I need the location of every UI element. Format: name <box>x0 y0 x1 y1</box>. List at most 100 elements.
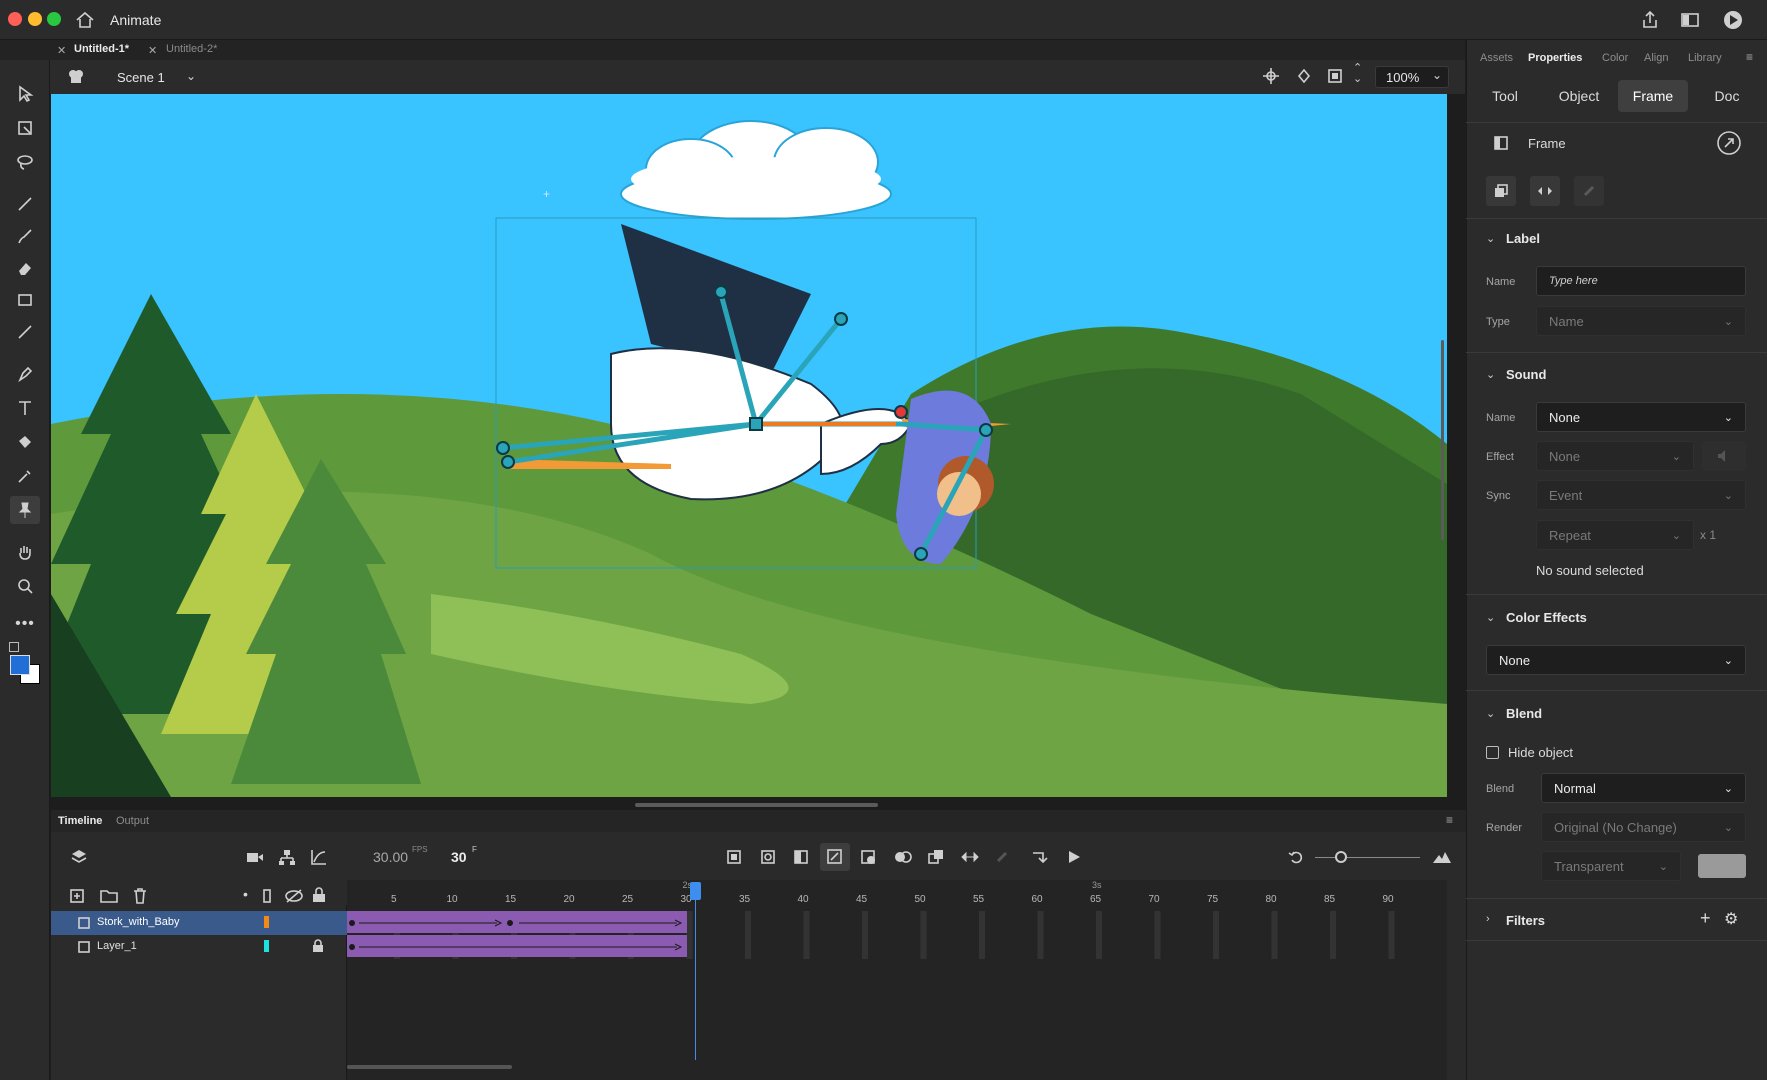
frame-zoom-slider-thumb[interactable] <box>1335 851 1347 863</box>
zoom-tool[interactable] <box>10 572 40 600</box>
tab-properties[interactable]: Properties <box>1528 52 1582 64</box>
subtab-tool[interactable]: Tool <box>1470 80 1540 112</box>
selection-tool[interactable] <box>10 80 40 108</box>
chevron-down-icon[interactable]: ⌄ <box>1486 611 1495 624</box>
asset-warp-tool[interactable] <box>10 496 40 524</box>
new-folder-icon[interactable] <box>100 889 118 903</box>
rotate-stage-icon[interactable] <box>1295 67 1313 85</box>
test-movie-icon[interactable] <box>1722 9 1744 31</box>
graph-icon[interactable] <box>310 848 328 866</box>
layer-color-tag[interactable] <box>264 916 269 928</box>
tab-timeline[interactable]: Timeline <box>58 815 102 827</box>
zoom-dropdown-chevron-icon[interactable]: ⌄ <box>1432 68 1442 82</box>
frames-area[interactable] <box>347 880 1447 1080</box>
share-icon[interactable] <box>1640 10 1660 30</box>
minimize-window-button[interactable] <box>28 12 42 26</box>
subtab-object[interactable]: Object <box>1544 80 1614 112</box>
color-effects-select[interactable]: None ⌄ <box>1486 645 1746 675</box>
stroke-color-swatch[interactable] <box>10 655 30 675</box>
chevron-right-icon[interactable]: › <box>1486 913 1490 925</box>
layer-row-layer-1[interactable] <box>51 935 347 959</box>
free-transform-tool[interactable] <box>10 114 40 142</box>
document-tab-active[interactable]: Untitled-1* <box>74 43 129 55</box>
stage-horizontal-scrollbar[interactable] <box>635 803 878 807</box>
insert-keyframe-icon[interactable] <box>726 849 742 865</box>
workspace-icon[interactable] <box>1680 11 1700 29</box>
link-layers-icon[interactable] <box>994 849 1010 865</box>
timeline-horizontal-scrollbar[interactable] <box>347 1065 512 1069</box>
subtab-doc[interactable]: Doc <box>1692 80 1762 112</box>
add-filter-icon[interactable]: + <box>1700 908 1711 929</box>
tab-output[interactable]: Output <box>116 815 149 827</box>
label-type-select[interactable]: Name ⌄ <box>1536 306 1746 336</box>
hide-layer-icon[interactable] <box>285 889 303 903</box>
create-tween-icon[interactable] <box>961 849 979 865</box>
close-tab-icon[interactable]: ✕ <box>148 44 157 57</box>
layer-locked-icon[interactable] <box>312 939 324 953</box>
document-tab[interactable]: Untitled-2* <box>166 43 217 55</box>
paint-brush-tool[interactable] <box>10 190 40 218</box>
chevron-down-icon[interactable]: ⌄ <box>1486 707 1495 720</box>
subtab-frame[interactable]: Frame <box>1618 80 1688 112</box>
label-name-input[interactable]: Type here <box>1536 266 1746 296</box>
tab-align[interactable]: Align <box>1644 52 1668 64</box>
label-section-title[interactable]: Label <box>1506 231 1540 246</box>
tab-assets[interactable]: Assets <box>1480 52 1513 64</box>
lock-layer-icon[interactable] <box>312 887 326 903</box>
eraser-tool[interactable] <box>10 254 40 282</box>
playhead-line[interactable] <box>695 882 696 1060</box>
render-select[interactable]: Original (No Change) ⌄ <box>1541 812 1746 842</box>
fps-value[interactable]: 30.00 <box>373 849 408 865</box>
line-tool[interactable] <box>10 318 40 346</box>
edit-symbols-icon[interactable] <box>66 67 86 85</box>
close-window-button[interactable] <box>8 12 22 26</box>
filter-settings-gear-icon[interactable]: ⚙ <box>1724 909 1738 929</box>
frame-zoom-slider-track[interactable] <box>1315 857 1420 858</box>
render-background-select[interactable]: Transparent ⌄ <box>1541 851 1681 881</box>
panel-menu-icon[interactable]: ≡ <box>1746 50 1753 64</box>
render-background-color-swatch[interactable] <box>1698 854 1746 878</box>
insert-blank-keyframe-icon[interactable] <box>760 849 776 865</box>
chevron-down-icon[interactable]: ⌄ <box>1486 368 1495 381</box>
filters-section-title[interactable]: Filters <box>1506 913 1545 928</box>
close-tab-icon[interactable]: ✕ <box>57 44 66 57</box>
eyedropper-tool[interactable] <box>10 462 40 490</box>
current-frame-value[interactable]: 30 <box>451 849 467 865</box>
insert-keyframe-button[interactable] <box>1486 176 1516 206</box>
play-icon[interactable] <box>1066 849 1082 865</box>
sound-repeat-count[interactable]: x 1 <box>1700 528 1716 542</box>
auto-keyframe-button[interactable] <box>820 843 850 871</box>
loop-icon[interactable] <box>1288 849 1306 865</box>
timeline-menu-icon[interactable]: ≡ <box>1446 813 1453 827</box>
edit-sound-button[interactable] <box>1702 441 1746 471</box>
new-layer-icon[interactable] <box>70 889 84 903</box>
lasso-tool[interactable] <box>10 148 40 176</box>
outline-toggle-icon[interactable] <box>262 888 272 904</box>
hand-tool[interactable] <box>10 538 40 566</box>
trash-icon[interactable] <box>133 888 147 904</box>
maximize-window-button[interactable] <box>47 12 61 26</box>
zoom-stepper-icon[interactable]: ⌃ ⌄ <box>1353 63 1362 85</box>
text-tool[interactable] <box>10 394 40 422</box>
go-to-first-frame-icon[interactable] <box>1031 849 1049 865</box>
onion-skin-icon[interactable] <box>894 849 912 865</box>
sound-repeat-select[interactable]: Repeat ⌄ <box>1536 520 1694 550</box>
hide-object-checkbox[interactable] <box>1486 746 1499 759</box>
frame-options-icon[interactable] <box>1716 130 1742 156</box>
tween-button[interactable] <box>1530 176 1560 206</box>
more-tools-icon[interactable]: ••• <box>10 610 40 638</box>
rectangle-tool[interactable] <box>10 286 40 314</box>
clear-keyframe-icon[interactable] <box>860 849 876 865</box>
insert-frame-icon[interactable] <box>793 849 809 865</box>
pen-tool[interactable] <box>10 360 40 388</box>
scene-dropdown-chevron-icon[interactable]: ⌄ <box>186 69 196 83</box>
scene-selector[interactable]: Scene 1 <box>117 70 165 85</box>
frame-ruler[interactable]: 5 10 15 20 25 30 35 40 45 50 55 60 65 70 75 80 85 90 2s 3s <box>347 880 1447 910</box>
blend-section-title[interactable]: Blend <box>1506 706 1542 721</box>
tab-color[interactable]: Color <box>1602 52 1628 64</box>
edit-multiple-frames-icon[interactable] <box>928 849 944 865</box>
camera-icon[interactable] <box>246 849 264 865</box>
brush-tool[interactable] <box>10 222 40 250</box>
layers-icon[interactable] <box>70 848 88 866</box>
home-icon[interactable] <box>75 11 95 29</box>
